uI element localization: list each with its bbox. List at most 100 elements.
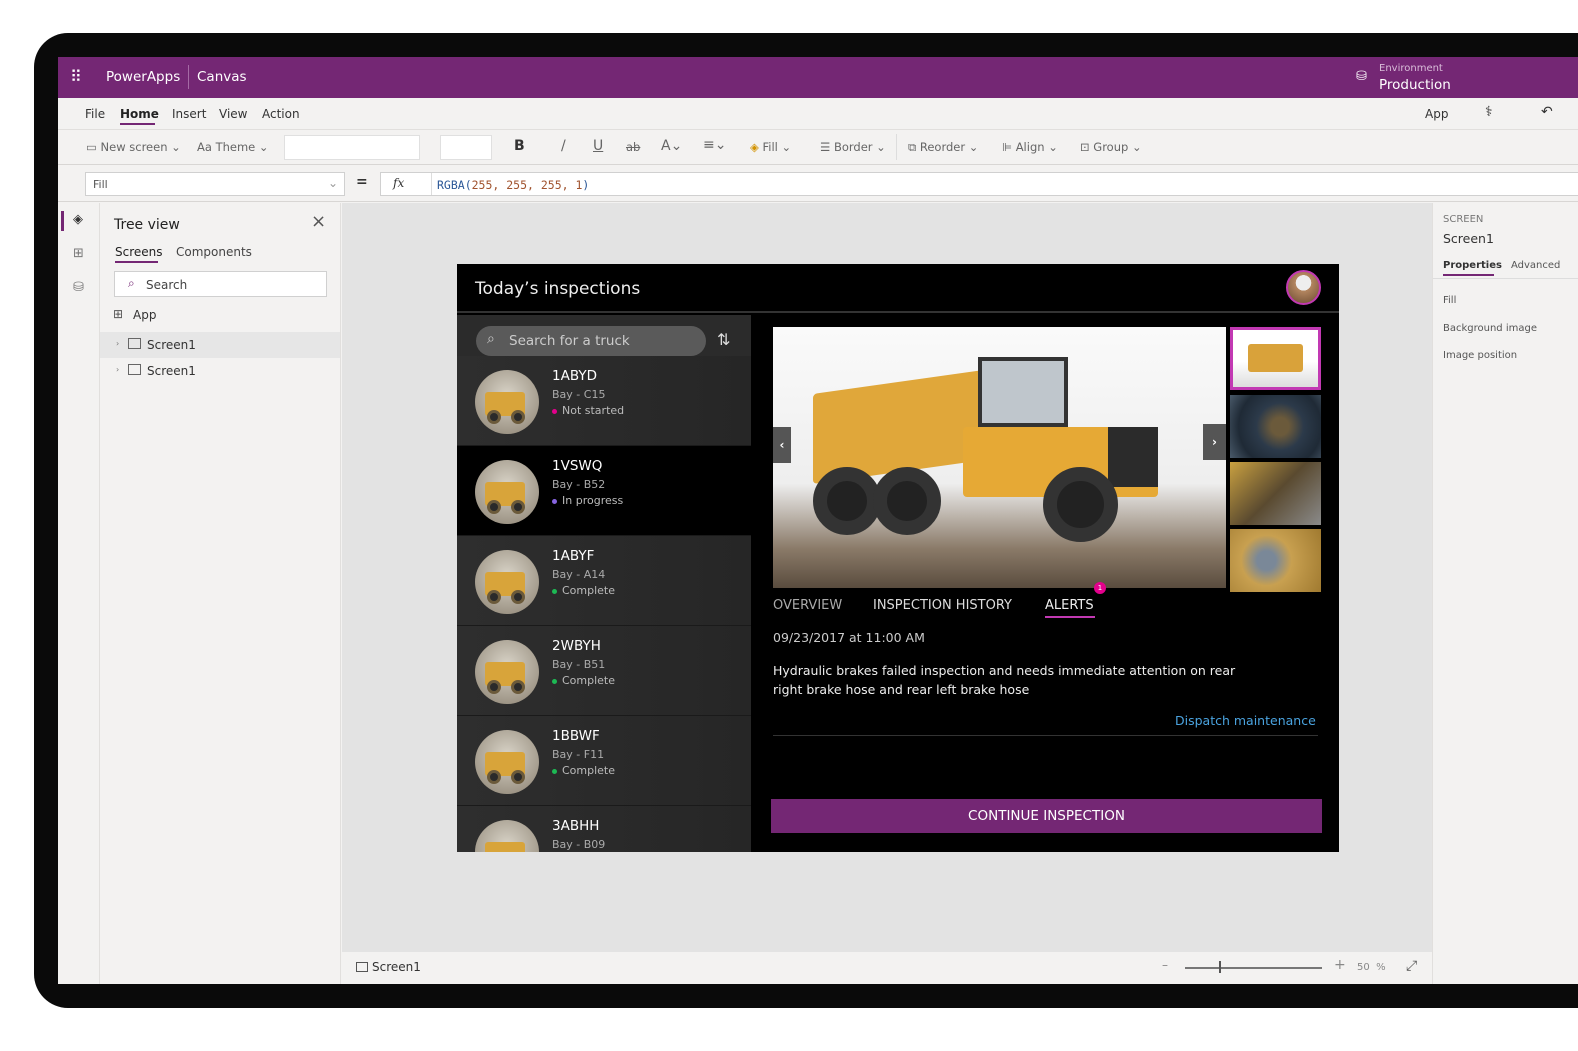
- tab-properties[interactable]: Properties: [1443, 260, 1502, 271]
- group-button[interactable]: ⊡ Group ⌄: [1080, 140, 1142, 154]
- menu-insert[interactable]: Insert: [172, 107, 206, 121]
- previous-image-button[interactable]: ‹: [773, 427, 791, 463]
- zoom-slider[interactable]: [1185, 967, 1322, 969]
- thumbnail-truck[interactable]: [1230, 327, 1321, 390]
- next-image-button[interactable]: ›: [1203, 424, 1226, 460]
- tab-overview[interactable]: OVERVIEW: [773, 598, 842, 613]
- new-screen-button[interactable]: ▭ New screen ⌄: [86, 140, 181, 154]
- insert-icon[interactable]: ⊞: [73, 246, 84, 261]
- theme-button[interactable]: Aa Theme ⌄: [197, 140, 269, 154]
- tab-alerts[interactable]: ALERTS: [1045, 598, 1094, 613]
- truck-list-item[interactable]: 1ABYD Bay - C15 Not started: [457, 356, 751, 446]
- underline-button[interactable]: U: [593, 138, 603, 154]
- app-screen-preview[interactable]: Today’s inspections ⌕ Search for a truck…: [457, 264, 1339, 852]
- align-text-button[interactable]: ≡⌄: [703, 137, 726, 153]
- truck-bay: Bay - C15: [552, 388, 606, 401]
- zoom-in-button[interactable]: +: [1334, 957, 1346, 973]
- screen-name: Screen1: [1443, 231, 1494, 246]
- tab-inspection-history[interactable]: INSPECTION HISTORY: [873, 598, 1012, 613]
- undo-icon[interactable]: ↶: [1541, 104, 1553, 120]
- tab-screens[interactable]: Screens: [115, 245, 163, 259]
- truck-list-item[interactable]: 1VSWQ Bay - B52 In progress: [457, 446, 751, 536]
- zoom-out-button[interactable]: –: [1162, 958, 1168, 972]
- fit-to-window-icon[interactable]: ⤢: [1406, 958, 1417, 974]
- property-fill[interactable]: Fill: [1443, 295, 1456, 306]
- app-title: Today’s inspections: [475, 279, 641, 299]
- thumbnail-hose[interactable]: [1230, 462, 1321, 525]
- reorder-button[interactable]: ⧉ Reorder ⌄: [908, 140, 978, 155]
- truck-list-item[interactable]: 1ABYF Bay - A14 Complete: [457, 536, 751, 626]
- truck-thumbnail: [475, 730, 539, 794]
- truck-id: 1ABYD: [552, 368, 597, 384]
- strikethrough-button[interactable]: ab: [626, 140, 640, 154]
- fx-icon[interactable]: fx: [393, 176, 404, 190]
- thumbnail-detail[interactable]: [1230, 529, 1321, 592]
- paint-bucket-icon: ◈: [750, 140, 759, 154]
- stethoscope-icon[interactable]: ⚕: [1485, 104, 1493, 120]
- status-dot-icon: [552, 588, 557, 594]
- truck-thumbnail: [475, 460, 539, 524]
- truck-status: In progress: [552, 494, 623, 507]
- tree-item-screen[interactable]: › Screen1: [100, 358, 340, 384]
- tree-search-input[interactable]: ⌕ Search: [114, 271, 327, 297]
- sort-icon[interactable]: ⇅: [717, 330, 730, 349]
- environment-value[interactable]: Production: [1379, 77, 1451, 93]
- chevron-right-icon[interactable]: ›: [116, 365, 119, 374]
- property-image-position[interactable]: Image position: [1443, 350, 1517, 361]
- layers-icon[interactable]: ◈: [73, 212, 83, 227]
- formula-input[interactable]: fx RGBA(255, 255, 255, 1): [380, 172, 1578, 196]
- status-label: In progress: [562, 494, 624, 507]
- zoom-slider-thumb[interactable]: [1219, 961, 1221, 973]
- truck-thumbnail: [475, 640, 539, 704]
- truck-bay: Bay - F11: [552, 748, 605, 761]
- continue-inspection-button[interactable]: CONTINUE INSPECTION: [771, 799, 1322, 833]
- tab-advanced[interactable]: Advanced: [1511, 260, 1560, 271]
- truck-list-item[interactable]: 1BBWF Bay - F11 Complete: [457, 716, 751, 806]
- close-icon[interactable]: ×: [311, 211, 326, 232]
- truck-id: 1VSWQ: [552, 458, 603, 474]
- property-background-image[interactable]: Background image: [1443, 323, 1537, 334]
- app-button[interactable]: App: [1425, 107, 1448, 121]
- menu-action[interactable]: Action: [262, 107, 300, 121]
- divider: [896, 134, 897, 160]
- truck-list-item[interactable]: 2WBYH Bay - B51 Complete: [457, 626, 751, 716]
- font-size-dropdown[interactable]: [440, 135, 492, 160]
- formula-function: RGBA(: [437, 178, 472, 192]
- user-avatar[interactable]: [1286, 270, 1321, 305]
- menu-file[interactable]: File: [85, 107, 105, 121]
- zoom-value: 50: [1357, 962, 1370, 973]
- dispatch-maintenance-link[interactable]: Dispatch maintenance: [1175, 713, 1316, 728]
- status-dot-icon: [552, 498, 557, 504]
- tree-item-app[interactable]: App: [133, 308, 156, 322]
- chevron-right-icon[interactable]: ›: [116, 339, 119, 348]
- truck-status: Complete: [552, 674, 615, 687]
- status-label: Not started: [562, 404, 625, 417]
- italic-button[interactable]: /: [561, 138, 566, 154]
- active-underline: [120, 123, 155, 125]
- truck-id: 2WBYH: [552, 638, 601, 654]
- data-icon[interactable]: ⛁: [73, 280, 84, 295]
- align-button[interactable]: ⊫ Align ⌄: [1002, 140, 1058, 154]
- tree-item-screen[interactable]: › Screen1: [100, 332, 340, 358]
- thumbnail-wheel[interactable]: [1230, 395, 1321, 458]
- divider: [1433, 278, 1578, 279]
- truck-bay: Bay - B51: [552, 658, 606, 671]
- property-dropdown[interactable]: Fill ⌄: [85, 172, 345, 196]
- truck-search-input[interactable]: ⌕ Search for a truck: [476, 326, 706, 356]
- fill-label: Fill: [762, 140, 778, 154]
- fill-button[interactable]: ◈ Fill ⌄: [750, 140, 791, 154]
- screen-icon: [128, 364, 141, 375]
- font-color-button[interactable]: A⌄: [661, 138, 682, 154]
- truck-cab: [978, 357, 1068, 427]
- menu-home[interactable]: Home: [120, 107, 159, 121]
- search-icon: ⌕: [487, 331, 495, 347]
- menu-view[interactable]: View: [219, 107, 247, 121]
- status-bar: Screen1 – + 50 % ⤢: [342, 952, 1432, 984]
- tab-components[interactable]: Components: [176, 245, 252, 259]
- font-dropdown[interactable]: [284, 135, 420, 160]
- truck-id: 3ABHH: [552, 818, 600, 834]
- truck-list-item[interactable]: 3ABHH Bay - B09: [457, 806, 751, 852]
- border-button[interactable]: ☰ Border ⌄: [820, 140, 886, 154]
- bold-button[interactable]: B: [514, 138, 525, 154]
- app-launcher-icon[interactable]: ⠿: [70, 67, 82, 86]
